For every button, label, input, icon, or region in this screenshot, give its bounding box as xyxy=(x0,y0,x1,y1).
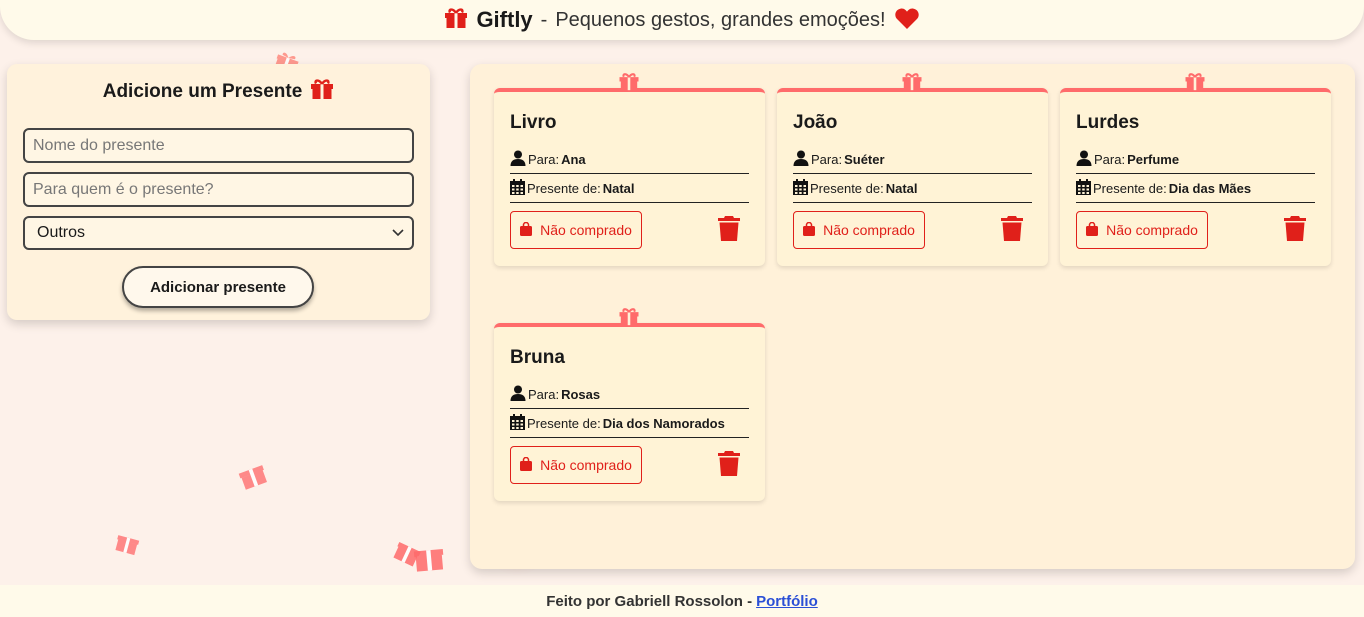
occasion-select[interactable]: Outros xyxy=(23,216,414,250)
gift-list-panel: Livro Para: Ana Presente de: Natal Não c… xyxy=(470,64,1355,569)
trash-icon xyxy=(718,216,740,244)
portfolio-link[interactable]: Portfólio xyxy=(756,593,818,610)
delete-gift-button[interactable] xyxy=(716,451,742,479)
gift-card-occasion: Presente de: Natal xyxy=(793,175,1032,203)
page-footer: Feito por Gabriell Rossolon - Portfólio xyxy=(0,585,1364,617)
occasion-select-value: Outros xyxy=(37,224,86,241)
occasion-value: Dia dos Namorados xyxy=(602,416,725,431)
app-tagline: Pequenos gestos, grandes emoções! xyxy=(555,8,886,31)
gift-card-recipient: Para: Perfume xyxy=(1076,146,1315,174)
footer-credit: Feito por Gabriell Rossolon - xyxy=(546,592,753,610)
delete-gift-button[interactable] xyxy=(999,216,1025,244)
shopping-bag-icon xyxy=(520,221,533,239)
gift-card-occasion: Presente de: Dia dos Namorados xyxy=(510,410,749,438)
gift-icon xyxy=(901,72,923,91)
app-header: Giftly - Pequenos gestos, grandes emoçõe… xyxy=(0,0,1364,40)
trash-icon xyxy=(1001,216,1023,244)
recipient-label: Para: xyxy=(1094,152,1126,167)
gift-card-occasion: Presente de: Natal xyxy=(510,175,749,203)
user-icon xyxy=(1076,150,1092,169)
user-icon xyxy=(510,150,526,169)
heart-icon xyxy=(894,7,920,34)
purchase-status-button[interactable]: Não comprado xyxy=(793,211,925,249)
purchase-status-label: Não comprado xyxy=(1106,222,1198,238)
user-icon xyxy=(793,150,809,169)
gift-icon xyxy=(1184,72,1206,91)
gift-icon xyxy=(618,307,640,326)
occasion-value: Dia das Mães xyxy=(1168,181,1252,196)
gift-card: Livro Para: Ana Presente de: Natal Não c… xyxy=(494,73,765,266)
gift-card-recipient: Para: Ana xyxy=(510,146,749,174)
purchase-status-label: Não comprado xyxy=(540,457,632,473)
purchase-status-button[interactable]: Não comprado xyxy=(510,211,642,249)
gift-card-recipient: Para: Suéter xyxy=(793,146,1032,174)
gift-card-title: Bruna xyxy=(510,347,565,368)
purchase-status-label: Não comprado xyxy=(823,222,915,238)
gift-name-input[interactable] xyxy=(23,128,414,163)
gift-card-recipient: Para: Rosas xyxy=(510,381,749,409)
add-gift-form: Adicione um Presente Outros Adicionar pr… xyxy=(7,64,430,320)
delete-gift-button[interactable] xyxy=(716,216,742,244)
purchase-status-label: Não comprado xyxy=(540,222,632,238)
floating-gift-icon xyxy=(233,456,272,497)
header-separator: - xyxy=(540,8,548,31)
recipient-value: Perfume xyxy=(1127,152,1180,167)
occasion-label: Presente de: xyxy=(527,416,601,431)
occasion-value: Natal xyxy=(602,181,635,196)
recipient-value: Suéter xyxy=(844,152,885,167)
add-gift-button[interactable]: Adicionar presente xyxy=(122,266,314,308)
form-title-text: Adicione um Presente xyxy=(102,81,303,102)
user-icon xyxy=(510,385,526,404)
gift-card-title: João xyxy=(793,112,838,133)
shopping-bag-icon xyxy=(803,221,816,239)
calendar-icon xyxy=(510,414,525,433)
recipient-value: Rosas xyxy=(561,387,601,402)
gift-card: Bruna Para: Rosas Presente de: Dia dos N… xyxy=(494,308,765,501)
delete-gift-button[interactable] xyxy=(1282,216,1308,244)
recipient-value: Ana xyxy=(561,152,586,167)
shopping-bag-icon xyxy=(1086,221,1099,239)
gift-card: João Para: Suéter Presente de: Natal Não… xyxy=(777,73,1048,266)
shopping-bag-icon xyxy=(520,456,533,474)
occasion-label: Presente de: xyxy=(810,181,884,196)
gift-icon xyxy=(618,72,640,91)
purchase-status-button[interactable]: Não comprado xyxy=(510,446,642,484)
gift-card: Lurdes Para: Perfume Presente de: Dia da… xyxy=(1060,73,1331,266)
gift-card-occasion: Presente de: Dia das Mães xyxy=(1076,175,1315,203)
gift-icon xyxy=(444,7,468,34)
trash-icon xyxy=(718,451,740,479)
gift-card-title: Livro xyxy=(510,112,557,133)
floating-gift-icon xyxy=(408,538,449,578)
chevron-down-icon xyxy=(392,224,404,242)
recipient-label: Para: xyxy=(528,152,560,167)
recipient-label: Para: xyxy=(811,152,843,167)
trash-icon xyxy=(1284,216,1306,244)
purchase-status-button[interactable]: Não comprado xyxy=(1076,211,1208,249)
gift-icon xyxy=(310,78,334,106)
recipient-label: Para: xyxy=(528,387,560,402)
floating-gift-icon xyxy=(111,527,144,562)
form-title: Adicione um Presente xyxy=(7,78,430,106)
gift-card-title: Lurdes xyxy=(1076,112,1140,133)
occasion-value: Natal xyxy=(885,181,918,196)
occasion-label: Presente de: xyxy=(1093,181,1167,196)
calendar-icon xyxy=(1076,179,1091,198)
calendar-icon xyxy=(793,179,808,198)
gift-recipient-input[interactable] xyxy=(23,172,414,207)
app-brand: Giftly xyxy=(476,7,533,32)
calendar-icon xyxy=(510,179,525,198)
occasion-label: Presente de: xyxy=(527,181,601,196)
